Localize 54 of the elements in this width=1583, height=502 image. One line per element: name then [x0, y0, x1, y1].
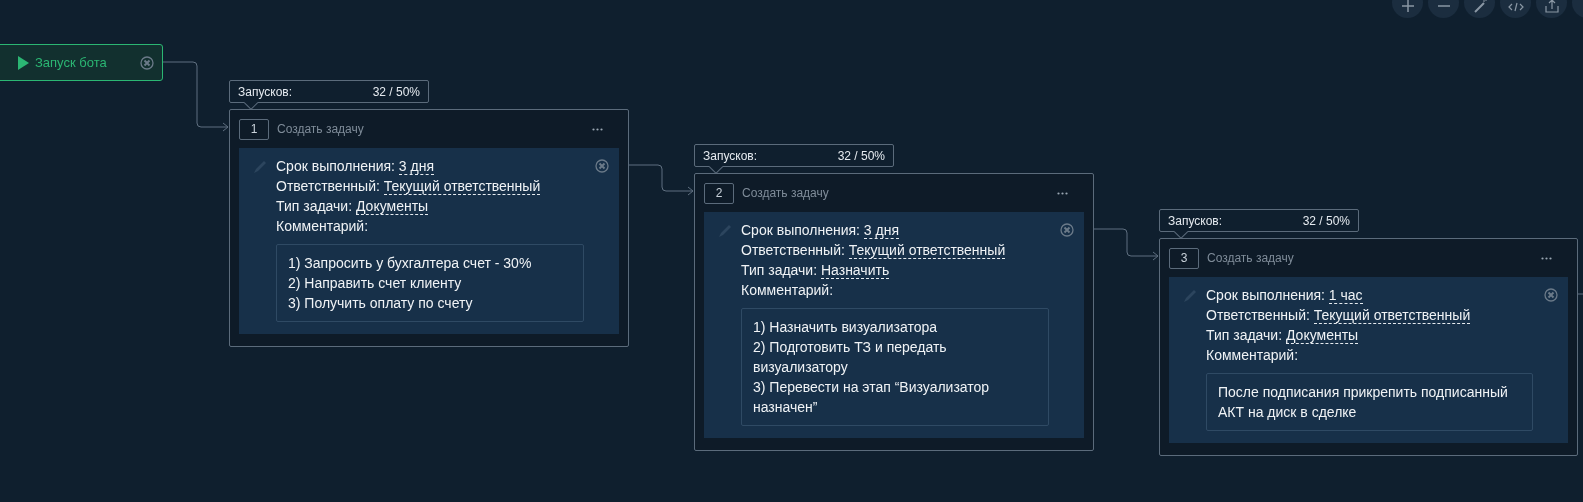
stats-value: 32 / 50%	[837, 147, 885, 165]
magic-wand-icon	[1472, 0, 1487, 13]
play-icon	[18, 55, 29, 70]
field-label: Тип задачи:	[276, 198, 353, 214]
field-value[interactable]: Документы	[356, 198, 429, 215]
remove-icon[interactable]	[1060, 223, 1074, 237]
comment-line: 3) Перевести на этап “Визуализатор назначен”	[753, 378, 991, 417]
comment-line: 2) Подготовить ТЗ и передать визуализатору	[753, 338, 948, 377]
stats-label: Запусков:	[238, 83, 293, 101]
field-label: Тип задачи:	[1206, 327, 1283, 343]
comment-label: Комментарий:	[741, 281, 835, 300]
comment-line: 3) Получить оплату по счету	[288, 294, 474, 313]
more-icon[interactable]	[1057, 191, 1068, 195]
code-icon	[1507, 1, 1524, 13]
upload-icon	[1544, 0, 1559, 13]
more-icon[interactable]	[1541, 256, 1552, 260]
step-number: 3	[1169, 247, 1199, 269]
field-label: Ответственный:	[741, 242, 845, 258]
stats-label: Запусков:	[703, 147, 758, 165]
task-title: Создать задачу	[742, 185, 830, 202]
field-value[interactable]: 3 дня	[863, 222, 900, 239]
comment-line: 1) Назначить визуализатора	[753, 318, 939, 337]
field-label: Ответственный:	[1206, 307, 1310, 323]
remove-icon[interactable]	[1544, 288, 1558, 302]
remove-icon[interactable]	[595, 159, 609, 173]
more-icon[interactable]	[592, 127, 603, 131]
field-label: Срок выполнения:	[1206, 287, 1325, 303]
comment-label: Комментарий:	[1206, 346, 1300, 365]
field-value[interactable]: 3 дня	[398, 158, 435, 175]
comment-label: Комментарий:	[276, 217, 370, 236]
start-node[interactable]: Запуск бота	[0, 44, 163, 81]
stats-value: 32 / 50%	[1302, 212, 1350, 230]
plus-icon	[1400, 0, 1415, 13]
field-label: Срок выполнения:	[741, 222, 860, 238]
field-value[interactable]: Текущий ответственный	[1313, 307, 1471, 324]
field-label: Срок выполнения:	[276, 158, 395, 174]
step-number: 1	[239, 118, 269, 140]
comment-line: 2) Направить счет клиенту	[288, 274, 463, 293]
remove-icon[interactable]	[140, 56, 154, 70]
comment-line: После подписания прикрепить подписанный АКТ на диск в сделке	[1218, 383, 1509, 422]
field-value[interactable]: Назначить	[821, 262, 890, 279]
task-title: Создать задачу	[277, 121, 365, 138]
stats-label: Запусков:	[1168, 212, 1223, 230]
stats-value: 32 / 50%	[372, 83, 420, 101]
task-title: Создать задачу	[1207, 250, 1295, 267]
field-value[interactable]: Документы	[1286, 327, 1359, 344]
field-label: Ответственный:	[276, 178, 380, 194]
field-value[interactable]: Текущий ответственный	[383, 178, 541, 195]
start-label: Запуск бота	[35, 53, 107, 72]
field-value[interactable]: 1 час	[1328, 287, 1363, 304]
comment-line: 1) Запросить у бухгалтера счет - 30%	[288, 254, 533, 273]
step-number: 2	[704, 182, 734, 204]
field-label: Тип задачи:	[741, 262, 818, 278]
field-value[interactable]: Текущий ответственный	[848, 242, 1006, 259]
